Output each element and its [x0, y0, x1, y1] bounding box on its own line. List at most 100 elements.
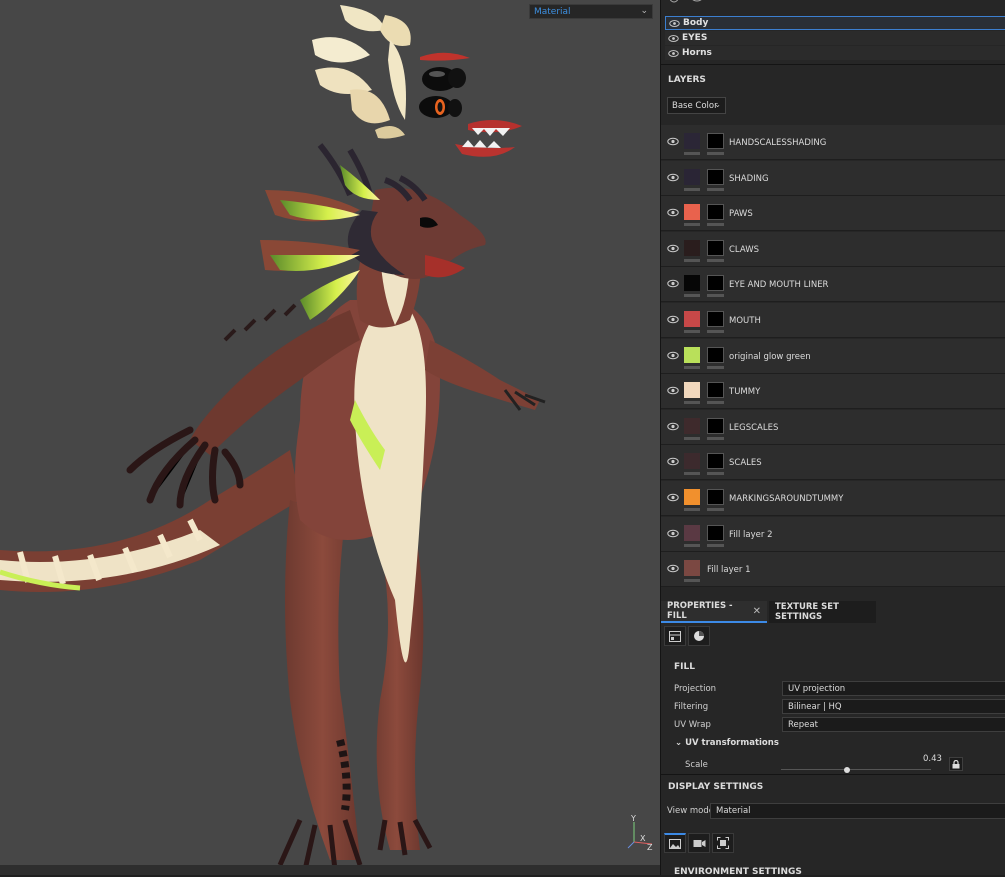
layer-color-swatch[interactable] — [684, 346, 700, 363]
scale-slider-handle[interactable] — [844, 767, 850, 773]
visibility-eye-icon[interactable] — [667, 422, 679, 431]
tab-label: PROPERTIES - FILL — [667, 601, 733, 621]
layer-swatch-bar — [684, 401, 700, 405]
layer-mask-bar — [707, 543, 724, 547]
layer-row[interactable]: EYE AND MOUTH LINER — [661, 267, 1005, 303]
visibility-eye-icon[interactable] — [669, 19, 680, 28]
right-arm — [425, 340, 546, 411]
axis-z-label: Z — [647, 843, 653, 852]
layer-mask-thumbnail[interactable] — [707, 489, 724, 505]
layer-mask-thumbnail[interactable] — [707, 524, 724, 541]
character-model[interactable] — [0, 0, 660, 875]
scale-slider-track[interactable] — [781, 769, 931, 770]
layer-color-swatch[interactable] — [684, 453, 700, 470]
layer-mask-thumbnail[interactable] — [707, 204, 724, 221]
layer-color-swatch[interactable] — [684, 275, 700, 292]
render-mode-dropdown[interactable]: Material ⌄ — [529, 4, 653, 19]
visibility-eye-icon[interactable] — [667, 137, 679, 146]
3d-viewport[interactable]: Material ⌄ Y X Z — [0, 0, 660, 875]
right-panel: Body EYES Horns LAYERS Base Color ⌄ HAND… — [660, 0, 1005, 877]
layer-mask-thumbnail[interactable] — [707, 453, 724, 470]
layer-color-swatch[interactable] — [684, 382, 700, 399]
layer-mask-thumbnail[interactable] — [707, 133, 724, 149]
visibility-eye-icon[interactable] — [667, 315, 679, 324]
material-sphere-button[interactable] — [688, 626, 710, 646]
layer-mask-thumbnail[interactable] — [707, 168, 724, 185]
layer-color-swatch[interactable] — [684, 560, 700, 577]
layer-row[interactable]: Fill layer 2 — [661, 516, 1005, 552]
layer-color-swatch[interactable] — [684, 417, 700, 434]
layer-mask-thumbnail[interactable] — [707, 417, 724, 434]
layer-row[interactable]: MARKINGSAROUNDTUMMY — [661, 481, 1005, 516]
layer-row[interactable]: SCALES — [661, 445, 1005, 481]
texture-set-eyes[interactable]: EYES — [665, 31, 1005, 45]
tail — [0, 450, 300, 592]
environment-button[interactable] — [664, 833, 686, 853]
layer-color-swatch[interactable] — [684, 239, 700, 256]
visibility-eye-icon[interactable] — [667, 564, 679, 573]
layer-mask-bar — [707, 294, 724, 298]
visibility-eye-icon[interactable] — [667, 208, 679, 217]
layer-mask-thumbnail[interactable] — [707, 239, 724, 256]
camera-button[interactable] — [688, 833, 710, 853]
visibility-eye-icon[interactable] — [668, 49, 679, 58]
layer-row[interactable]: SHADING — [661, 160, 1005, 196]
layer-mask-thumbnail[interactable] — [707, 275, 724, 292]
layer-mask-thumbnail[interactable] — [707, 382, 724, 399]
display-settings-title: DISPLAY SETTINGS — [668, 782, 764, 792]
visibility-eye-icon[interactable] — [667, 244, 679, 253]
visibility-eye-icon[interactable] — [668, 34, 679, 43]
layer-color-swatch[interactable] — [684, 204, 700, 221]
texture-set-horns[interactable]: Horns — [665, 46, 1005, 60]
texture-set-body[interactable]: Body — [665, 16, 1005, 30]
visibility-eye-icon[interactable] — [667, 457, 679, 466]
layer-swatch-bar — [684, 436, 700, 440]
layer-mask-thumbnail[interactable] — [707, 346, 724, 363]
layer-row[interactable]: TUMMY — [661, 374, 1005, 410]
layer-color-swatch[interactable] — [684, 133, 700, 149]
scale-value[interactable]: 0.43 — [923, 754, 942, 764]
layer-swatch-bar — [684, 330, 700, 333]
tab-properties-fill[interactable]: PROPERTIES - FILL ✕ — [661, 601, 767, 623]
view-mode-dropdown[interactable]: Material — [710, 803, 1005, 819]
material-mode-button[interactable] — [664, 626, 686, 646]
visibility-eye-icon[interactable] — [667, 351, 679, 360]
layer-row[interactable]: Fill layer 1 — [661, 552, 1005, 588]
visibility-eye-icon[interactable] — [667, 386, 679, 395]
floating-feathers — [312, 5, 411, 139]
channel-dropdown[interactable]: Base Color ⌄ — [667, 97, 726, 114]
layer-row[interactable]: CLAWS — [661, 231, 1005, 267]
visibility-eye-icon[interactable] — [667, 493, 679, 502]
fill-section-title: FILL — [674, 662, 695, 672]
layer-name: LEGSCALES — [729, 422, 779, 433]
layer-color-swatch[interactable] — [684, 489, 700, 505]
lock-button[interactable] — [949, 757, 963, 771]
close-icon[interactable]: ✕ — [753, 606, 761, 617]
layer-color-swatch[interactable] — [684, 524, 700, 541]
properties-tabs: PROPERTIES - FILL ✕ TEXTURE SET SETTINGS — [661, 601, 1005, 623]
environment-settings-title: ENVIRONMENT SETTINGS — [674, 867, 802, 877]
layer-color-swatch[interactable] — [684, 311, 700, 327]
layer-row[interactable]: PAWS — [661, 196, 1005, 232]
projection-dropdown[interactable]: UV projection — [782, 681, 1005, 696]
visibility-eye-icon[interactable] — [667, 173, 679, 182]
add-icon[interactable] — [669, 0, 679, 3]
uv-transformations-toggle[interactable]: ⌄ UV transformations — [675, 738, 779, 748]
tab-texture-set-settings[interactable]: TEXTURE SET SETTINGS — [769, 601, 876, 623]
visibility-eye-icon[interactable] — [667, 279, 679, 288]
visibility-eye-icon[interactable] — [667, 529, 679, 538]
chevron-down-icon: ⌄ — [675, 738, 683, 748]
uv-wrap-dropdown[interactable]: Repeat — [782, 717, 1005, 732]
filtering-dropdown[interactable]: Bilinear | HQ — [782, 699, 1005, 714]
layer-color-swatch[interactable] — [684, 168, 700, 185]
layer-row[interactable]: HANDSCALESSHADING — [661, 125, 1005, 160]
viewport-settings-button[interactable] — [712, 833, 734, 853]
layer-row[interactable]: LEGSCALES — [661, 409, 1005, 445]
eye-icon[interactable] — [692, 0, 702, 2]
layer-row[interactable]: original glow green — [661, 338, 1005, 374]
layer-swatch-bar — [684, 543, 700, 547]
layer-row[interactable]: MOUTH — [661, 303, 1005, 338]
layer-mask-thumbnail[interactable] — [707, 311, 724, 327]
channel-value: Base Color — [672, 100, 718, 111]
projection-value: UV projection — [788, 683, 846, 694]
